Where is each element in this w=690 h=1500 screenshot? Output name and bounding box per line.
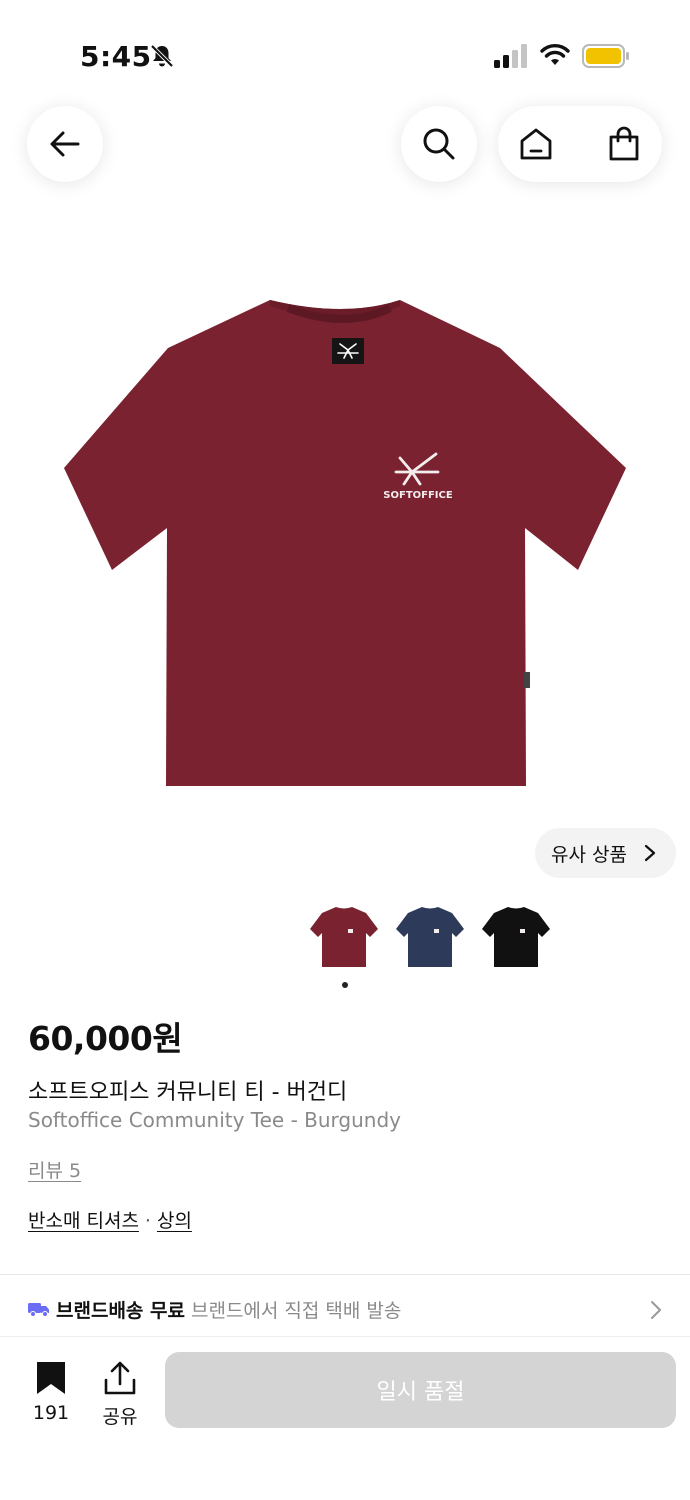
swatch-navy[interactable] — [394, 905, 466, 969]
truck-icon — [28, 1303, 49, 1317]
product-title-english: Softoffice Community Tee - Burgundy — [28, 1108, 402, 1132]
swatch-black[interactable] — [480, 905, 552, 969]
share-label: 공유 — [102, 1406, 138, 1428]
product-price: 60,000원 — [28, 1019, 183, 1058]
share-button[interactable]: 공유 — [92, 1360, 148, 1429]
home-icon — [520, 128, 552, 160]
svg-text:SOFTOFFICE: SOFTOFFICE — [383, 490, 453, 501]
wifi-icon — [540, 44, 570, 65]
shopping-bag-icon — [609, 126, 639, 161]
bell-muted-icon — [150, 44, 174, 68]
battery-icon — [582, 44, 629, 68]
similar-products-button[interactable]: 유사 상품 — [535, 828, 676, 878]
product-title-korean: 소프트오피스 커뮤니티 티 - 버건디 — [28, 1080, 348, 1105]
search-button[interactable] — [401, 106, 477, 182]
sold-out-button[interactable]: 일시 품절 — [165, 1352, 676, 1428]
back-button[interactable] — [27, 106, 103, 182]
home-button[interactable] — [498, 106, 574, 182]
divider — [0, 1274, 690, 1275]
category-separator: · — [144, 1210, 151, 1232]
similar-products-label: 유사 상품 — [551, 843, 627, 866]
category-link-short-sleeve[interactable]: 반소매 티셔츠 — [28, 1210, 139, 1232]
chevron-right-icon[interactable] — [650, 1300, 662, 1320]
search-icon — [423, 128, 455, 160]
shipping-info-row[interactable]: 브랜드배송 무료 브랜드에서 직접 택배 발송 — [28, 1294, 401, 1324]
cart-button[interactable] — [586, 106, 662, 182]
page-indicator-dot — [342, 982, 348, 988]
category-link-tops[interactable]: 상의 — [157, 1210, 192, 1232]
status-bar: 5:45 — [0, 0, 690, 110]
share-icon — [104, 1361, 136, 1395]
product-image: SOFTOFFICE — [64, 300, 626, 786]
color-swatches — [0, 905, 690, 969]
chevron-right-icon — [644, 844, 656, 862]
status-time: 5:45 — [80, 40, 152, 73]
cellular-signal-icon — [494, 44, 527, 68]
arrow-left-icon — [50, 131, 80, 157]
review-link[interactable]: 리뷰 5 — [28, 1156, 81, 1183]
swatch-burgundy[interactable] — [308, 905, 380, 969]
category-breadcrumb: 반소매 티셔츠 · 상의 — [28, 1206, 192, 1233]
shipping-title: 브랜드배송 무료 — [56, 1299, 185, 1322]
shipping-description: 브랜드에서 직접 택배 발송 — [190, 1299, 402, 1322]
bookmark-icon — [37, 1362, 65, 1394]
bookmark-count: 191 — [32, 1402, 70, 1424]
home-cart-group — [498, 106, 662, 182]
bookmark-button[interactable]: 191 — [20, 1360, 82, 1424]
